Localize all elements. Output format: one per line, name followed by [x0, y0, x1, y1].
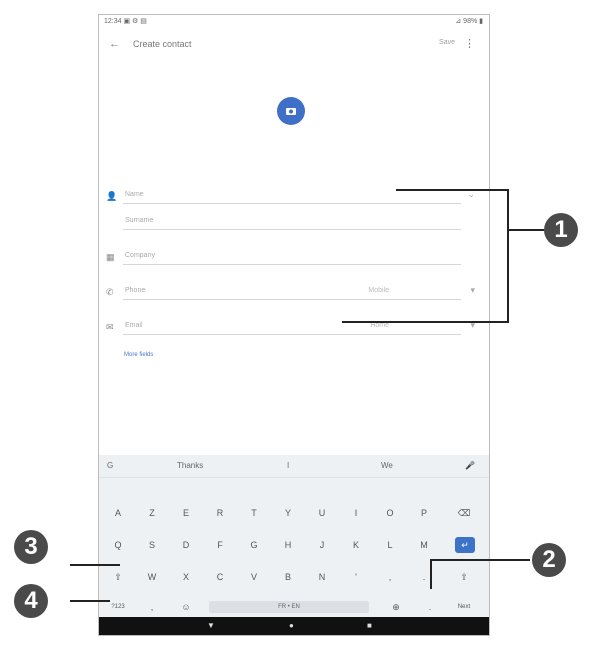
- key-v[interactable]: V: [241, 565, 267, 589]
- business-icon: ▦: [106, 252, 115, 262]
- key-n[interactable]: N: [309, 565, 335, 589]
- camera-icon: [286, 108, 296, 115]
- name-field-underline: [123, 203, 461, 204]
- status-bar: 12:34 ▣ ⚙ ▤ ⊿ 98% ▮: [99, 15, 489, 29]
- key-z[interactable]: Z: [139, 501, 165, 525]
- key-c[interactable]: C: [207, 565, 233, 589]
- key-t[interactable]: T: [241, 501, 267, 525]
- key-period[interactable]: .: [411, 565, 437, 589]
- comma-key[interactable]: ,: [139, 595, 165, 619]
- key-j[interactable]: J: [309, 533, 335, 557]
- shift-key-right[interactable]: ⇧: [451, 565, 477, 589]
- email-field-underline: [123, 334, 461, 335]
- key-i[interactable]: I: [343, 501, 369, 525]
- symbols-key[interactable]: ?123: [105, 595, 131, 619]
- page-title: Create contact: [133, 39, 192, 49]
- surname-field[interactable]: Surname: [99, 213, 489, 239]
- company-field-underline: [123, 264, 461, 265]
- phone-type-chevron-icon[interactable]: ▾: [470, 285, 475, 296]
- key-w[interactable]: W: [139, 565, 165, 589]
- key-e[interactable]: E: [173, 501, 199, 525]
- microphone-icon[interactable]: 🎤: [465, 461, 475, 470]
- suggestion-2[interactable]: I: [287, 461, 289, 470]
- key-row-2: Q S D F G H J K L M ↵: [99, 533, 489, 559]
- space-bar[interactable]: FR • EN: [209, 601, 369, 613]
- callout-3: 3: [14, 530, 48, 564]
- soft-keyboard: G Thanks I We 🎤 A Z E R T Y U I O P ⌫ Q …: [99, 455, 489, 617]
- phone-field-label: Phone: [125, 287, 146, 294]
- name-field-label: Name: [125, 191, 144, 198]
- system-nav-bar: ▼ ● ■: [99, 617, 489, 635]
- key-r[interactable]: R: [207, 501, 233, 525]
- email-field-label: Email: [125, 322, 143, 329]
- callout-4-line: [70, 600, 110, 602]
- phone-field-underline: [123, 299, 461, 300]
- key-apostrophe[interactable]: ': [343, 565, 369, 589]
- callout-1: 1: [544, 213, 578, 247]
- shift-key-left[interactable]: ⇧: [105, 565, 131, 589]
- backspace-key[interactable]: ⌫: [451, 501, 477, 525]
- key-y[interactable]: Y: [275, 501, 301, 525]
- key-g[interactable]: G: [241, 533, 267, 557]
- callout-4: 4: [14, 584, 48, 618]
- nav-home-button[interactable]: ●: [289, 621, 294, 630]
- key-d[interactable]: D: [173, 533, 199, 557]
- emoji-key[interactable]: ☺: [173, 595, 199, 619]
- key-m[interactable]: M: [411, 533, 437, 557]
- more-fields-link[interactable]: More fields: [124, 352, 153, 358]
- callout-1-bracket: [507, 189, 509, 323]
- key-s[interactable]: S: [139, 533, 165, 557]
- email-type-select[interactable]: Home: [370, 322, 389, 329]
- add-photo-button[interactable]: [277, 97, 305, 125]
- key-l[interactable]: L: [377, 533, 403, 557]
- key-u[interactable]: U: [309, 501, 335, 525]
- phone-field[interactable]: ✆ Phone Mobile ▾: [99, 283, 489, 309]
- app-bar: ← Create contact Save ⋮: [99, 35, 489, 57]
- key-comma[interactable]: ,: [377, 565, 403, 589]
- period-key[interactable]: .: [417, 595, 443, 619]
- nav-recents-button[interactable]: ■: [367, 621, 372, 630]
- person-icon: 👤: [106, 191, 118, 201]
- surname-field-underline: [123, 229, 461, 230]
- key-x[interactable]: X: [173, 565, 199, 589]
- surname-field-label: Surname: [125, 217, 154, 224]
- key-f[interactable]: F: [207, 533, 233, 557]
- back-arrow-icon[interactable]: ←: [109, 38, 120, 50]
- key-k[interactable]: K: [343, 533, 369, 557]
- email-icon: ✉: [106, 322, 114, 332]
- overflow-menu-icon[interactable]: ⋮: [464, 37, 475, 50]
- nav-back-button[interactable]: ▼: [207, 621, 215, 630]
- key-h[interactable]: H: [275, 533, 301, 557]
- save-button[interactable]: Save: [439, 39, 455, 46]
- callout-2: 2: [532, 543, 566, 577]
- callout-3-line: [70, 564, 120, 566]
- phone-icon: ✆: [106, 287, 114, 297]
- status-left: 12:34 ▣ ⚙ ▤: [104, 18, 147, 25]
- phone-type-select[interactable]: Mobile: [368, 287, 389, 294]
- key-q[interactable]: Q: [105, 533, 131, 557]
- tablet-screen: 12:34 ▣ ⚙ ▤ ⊿ 98% ▮ ← Create contact Sav…: [98, 14, 490, 636]
- callout-2-drop: [430, 559, 432, 589]
- callout-1-line-top: [396, 189, 508, 191]
- callout-1-connector: [508, 229, 544, 231]
- status-right: ⊿ 98% ▮: [455, 18, 483, 25]
- company-field-label: Company: [125, 252, 155, 259]
- callout-2-line: [430, 559, 530, 561]
- suggestion-strip: G Thanks I We 🎤: [99, 455, 489, 478]
- key-o[interactable]: O: [377, 501, 403, 525]
- key-p[interactable]: P: [411, 501, 437, 525]
- next-key[interactable]: Next: [451, 595, 477, 619]
- google-icon[interactable]: G: [107, 461, 113, 470]
- suggestion-1[interactable]: Thanks: [177, 461, 203, 470]
- company-field[interactable]: ▦ Company: [99, 248, 489, 274]
- language-key[interactable]: ⊕: [383, 595, 409, 619]
- enter-key[interactable]: ↵: [455, 537, 475, 553]
- key-row-1: A Z E R T Y U I O P ⌫: [99, 501, 489, 527]
- key-b[interactable]: B: [275, 565, 301, 589]
- key-a[interactable]: A: [105, 501, 131, 525]
- callout-1-line-bottom: [342, 321, 508, 323]
- suggestion-3[interactable]: We: [381, 461, 393, 470]
